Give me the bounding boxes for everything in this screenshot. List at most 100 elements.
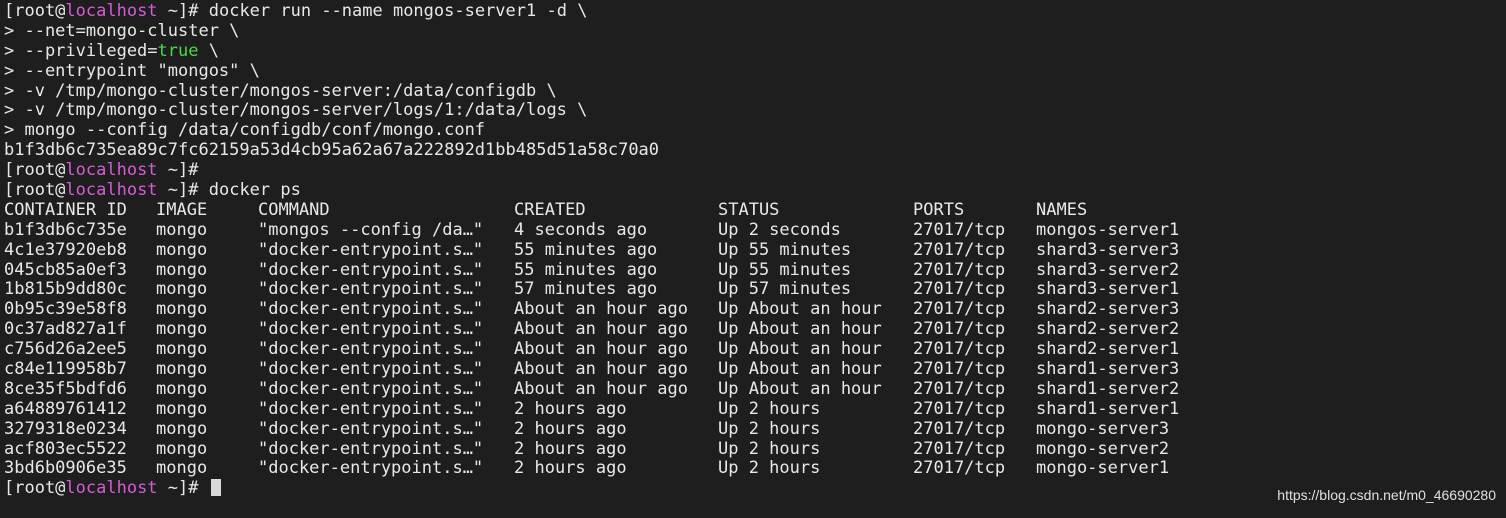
cell-ports: 27017/tcp (913, 378, 1006, 399)
cell-names: shard2-server2 (1036, 319, 1180, 340)
cell-container-id: 8ce35f5bdfd6 (4, 378, 127, 399)
cell-command: "docker-entrypoint.s…" (258, 458, 484, 479)
cell-created: 55 minutes ago (514, 239, 658, 260)
continuation-line: > --privileged=true \ (0, 40, 1506, 62)
cell-image: mongo (156, 339, 208, 360)
cell-created: 4 seconds ago (514, 219, 648, 240)
cell-status: Up 2 hours (718, 398, 821, 419)
header-status: STATUS (718, 199, 780, 220)
cell-container-id: c84e119958b7 (4, 359, 127, 380)
continuation-text: > --net=mongo-cluster \ (4, 20, 240, 41)
cell-image: mongo (156, 239, 208, 260)
prompt-line-run: [root@localhost ~]# docker run --name mo… (0, 1, 1506, 22)
cell-names: mongo-server1 (1036, 458, 1170, 479)
cell-command: "docker-entrypoint.s…" (258, 319, 484, 340)
cell-created: 2 hours ago (514, 398, 627, 419)
cell-command: "docker-entrypoint.s…" (258, 279, 484, 300)
continuation-text: > --privileged= (4, 40, 158, 61)
cell-created: 55 minutes ago (514, 259, 658, 280)
cell-container-id: 1b815b9dd80c (4, 279, 127, 300)
cell-created: 2 hours ago (514, 438, 627, 459)
cell-status: Up 2 hours (718, 438, 821, 459)
cell-names: mongo-server2 (1036, 438, 1170, 459)
cell-ports: 27017/tcp (913, 438, 1006, 459)
cell-container-id: a64889761412 (4, 398, 127, 419)
container-id-output: b1f3db6c735ea89c7fc62159a53d4cb95a62a67a… (4, 140, 660, 161)
continuation-line: > mongo --config /data/configdb/conf/mon… (0, 120, 1506, 141)
cell-ports: 27017/tcp (913, 339, 1006, 360)
continuation-line: > -v /tmp/mongo-cluster/mongos-server:/d… (0, 80, 1506, 102)
cell-command: "docker-entrypoint.s…" (258, 418, 484, 439)
table-row: c756d26a2ee5 mongo "docker-entrypoint.s…" A… (0, 339, 1506, 360)
prompt-hostname: localhost (65, 478, 158, 499)
cell-names: shard2-server3 (1036, 299, 1180, 320)
cell-ports: 27017/tcp (913, 359, 1006, 380)
cell-image: mongo (156, 219, 208, 240)
header-command: COMMAND (258, 199, 330, 220)
cell-command: "docker-entrypoint.s…" (258, 239, 484, 260)
cell-names: shard3-server1 (1036, 279, 1180, 300)
table-row: 0b95c39e58f8 mongo "docker-entrypoint.s…" A… (0, 299, 1506, 320)
cell-status: Up About an hour (718, 359, 882, 380)
cell-image: mongo (156, 438, 208, 459)
continuation-tail: \ (198, 40, 219, 61)
prompt-close: ~]# (157, 478, 209, 499)
cell-names: shard1-server2 (1036, 378, 1180, 399)
table-header: CONTAINER ID IMAGE COMMAND CREATED STATU… (0, 199, 1506, 221)
cell-command: "docker-entrypoint.s…" (258, 438, 484, 459)
cell-status: Up 2 seconds (718, 219, 841, 240)
continuation-text: > -v /tmp/mongo-cluster/mongos-server/lo… (4, 100, 588, 121)
cell-status: Up 55 minutes (718, 239, 852, 260)
table-row: a64889761412 mongo "docker-entrypoint.s…" 2… (0, 398, 1506, 420)
cell-image: mongo (156, 299, 208, 320)
header-created: CREATED (514, 199, 586, 220)
cell-created: 2 hours ago (514, 458, 627, 479)
continuation-text: > -v /tmp/mongo-cluster/mongos-server:/d… (4, 80, 557, 101)
prompt-close: ~]# (157, 160, 209, 181)
cell-image: mongo (156, 418, 208, 439)
cell-status: Up About an hour (718, 378, 882, 399)
table-row: 3bd6b0906e35 mongo "docker-entrypoint.s…" 2… (0, 459, 1506, 479)
cell-image: mongo (156, 378, 208, 399)
cell-ports: 27017/tcp (913, 219, 1006, 240)
cell-created: About an hour ago (514, 299, 688, 320)
cell-container-id: 3279318e0234 (4, 418, 127, 439)
cell-created: About an hour ago (514, 359, 688, 380)
cell-names: shard2-server1 (1036, 339, 1180, 360)
cell-container-id: 045cb85a0ef3 (4, 259, 127, 280)
cell-command: "docker-entrypoint.s…" (258, 378, 484, 399)
cell-command: "docker-entrypoint.s…" (258, 259, 484, 280)
cell-created: About an hour ago (514, 339, 688, 360)
terminal-window[interactable]: [root@localhost ~]# docker run --name mo… (0, 0, 1506, 518)
cell-status: Up About an hour (718, 339, 882, 360)
cell-ports: 27017/tcp (913, 458, 1006, 479)
container-table-body: b1f3db6c735e mongo "mongos --config /da…" 4… (0, 219, 1506, 480)
cell-names: mongo-server3 (1036, 418, 1170, 439)
cell-command: "docker-entrypoint.s…" (258, 359, 484, 380)
cell-status: Up 2 hours (718, 418, 821, 439)
continuation-line: > -v /tmp/mongo-cluster/mongos-server/lo… (0, 101, 1506, 121)
cell-names: shard1-server3 (1036, 359, 1180, 380)
text-cursor (210, 479, 221, 497)
prompt-open: [root@ (4, 478, 66, 499)
header-names: NAMES (1036, 199, 1088, 220)
cell-status: Up About an hour (718, 299, 882, 320)
table-row: 0c37ad827a1f mongo "docker-entrypoint.s…" A… (0, 319, 1506, 340)
cell-image: mongo (156, 319, 208, 340)
cell-container-id: 0c37ad827a1f (4, 319, 127, 340)
table-row: 1b815b9dd80c mongo "docker-entrypoint.s…" 5… (0, 280, 1506, 300)
table-row: 4c1e37920eb8 mongo "docker-entrypoint.s…" 5… (0, 239, 1506, 261)
cell-status: Up 2 hours (718, 458, 821, 479)
cell-names: mongos-server1 (1036, 219, 1180, 240)
cell-created: 2 hours ago (514, 418, 627, 439)
cell-names: shard1-server1 (1036, 398, 1180, 419)
cell-container-id: 4c1e37920eb8 (4, 239, 127, 260)
header-container-id: CONTAINER ID (4, 199, 127, 220)
cell-command: "docker-entrypoint.s…" (258, 339, 484, 360)
continuation-text: > mongo --config /data/configdb/conf/mon… (4, 120, 486, 141)
prompt-open: [root@ (4, 1, 66, 21)
cell-created: About an hour ago (514, 319, 688, 340)
cell-container-id: 3bd6b0906e35 (4, 458, 127, 479)
cell-names: shard3-server3 (1036, 239, 1180, 260)
continuation-value: true (157, 40, 199, 61)
